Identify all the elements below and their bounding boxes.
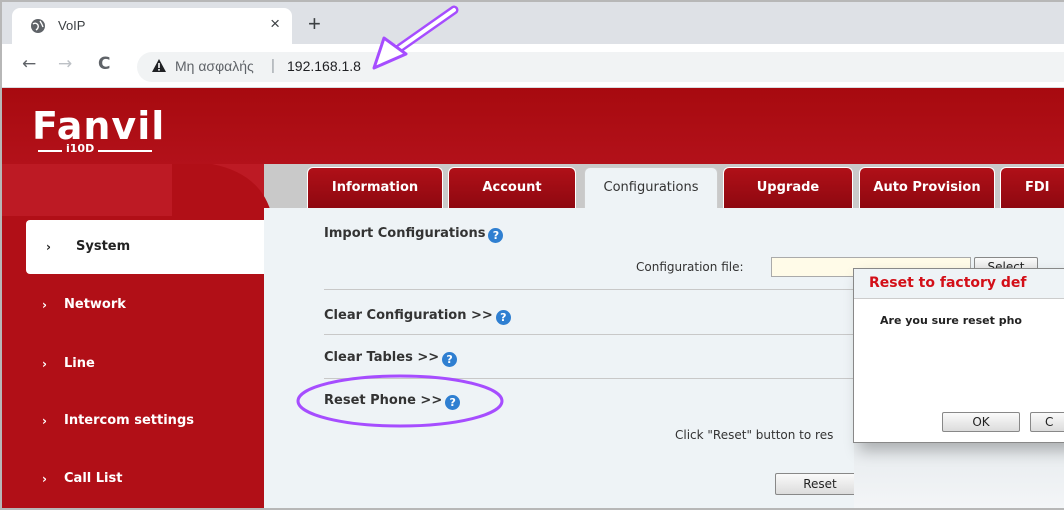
model-line-left [38,150,62,152]
dialog-message: Are you sure reset pho [880,314,1022,327]
address-separator: | [271,57,275,74]
chevron-right-icon: › [42,298,47,312]
clear-tables-title[interactable]: Clear Tables >>? [324,350,458,367]
chevron-right-icon: › [42,472,47,486]
tab-upgrade[interactable]: Upgrade [723,167,853,208]
address-bar[interactable]: Μη ασφαλής | 192.168.1.8 [137,52,1064,82]
sidebar-item-line[interactable]: › Line [2,337,264,391]
tab-account[interactable]: Account [448,167,576,208]
sidebar-item-system[interactable]: › System [26,220,264,274]
tab-close-icon[interactable]: × [270,14,280,34]
tab-configurations[interactable]: Configurations [584,167,718,210]
import-configurations-label: Import Configurations [324,226,486,241]
screenshot-frame: VoIP × + ← → C Μη ασφαλής | 192.168.1.8 … [0,0,1064,510]
model-name: i10D [66,142,95,155]
url-text[interactable]: 192.168.1.8 [287,58,361,74]
sidebar-item-label: System [76,239,131,254]
browser-toolbar: ← → C Μη ασφαλής | 192.168.1.8 [2,44,1064,88]
reset-hint-text: Click "Reset" button to res [675,428,834,442]
model-line-right [98,150,152,152]
sidebar-item-label: Intercom settings [64,413,194,428]
configuration-file-label: Configuration file: [636,260,744,274]
help-icon[interactable]: ? [442,352,458,367]
warning-icon [152,59,166,72]
reset-phone-title[interactable]: Reset Phone >>? [324,393,461,410]
sidebar-corner-curve [172,164,272,216]
new-tab-button[interactable]: + [308,11,321,37]
clear-configuration-title[interactable]: Clear Configuration >>? [324,308,511,325]
tab-auto-provision[interactable]: Auto Provision [859,167,995,208]
reset-phone-label: Reset Phone >> [324,393,443,408]
help-icon[interactable]: ? [445,395,461,410]
help-icon[interactable]: ? [488,228,504,243]
clear-tables-label: Clear Tables >> [324,350,440,365]
chevron-right-icon: › [42,357,47,371]
sidebar-item-label: Network [64,297,126,312]
sidebar-item-call-list[interactable]: › Call List [2,452,264,506]
globe-icon [31,19,45,33]
forward-button[interactable]: → [58,54,72,74]
help-icon[interactable]: ? [495,310,511,325]
sidebar-item-network[interactable]: › Network [2,278,264,332]
chevron-right-icon: › [46,240,51,254]
dialog-titlebar: Reset to factory def [854,269,1064,299]
dialog-title: Reset to factory def [869,275,1027,291]
sidebar-item-label: Call List [64,471,123,486]
not-secure-label: Μη ασφαλής [175,58,254,74]
browser-tab-voip[interactable]: VoIP × [12,8,292,44]
tab-fdi[interactable]: FDI [1000,167,1064,208]
reload-button[interactable]: C [98,54,110,74]
tab-title: VoIP [58,18,86,33]
reset-button[interactable]: Reset [775,473,865,495]
fanvil-logo: Fanvil [32,104,166,148]
import-configurations-title: Import Configurations? [324,226,504,243]
reset-factory-dialog: Reset to factory def Are you sure reset … [853,268,1064,443]
sidebar-item-intercom-settings[interactable]: › Intercom settings [2,394,264,448]
clear-configuration-label: Clear Configuration >> [324,308,493,323]
dialog-shadow-area [854,443,1064,508]
ok-button[interactable]: OK [942,412,1020,432]
chevron-right-icon: › [42,414,47,428]
back-button[interactable]: ← [22,54,36,74]
cancel-button[interactable]: C [1030,412,1064,432]
tab-information[interactable]: Information [307,167,443,208]
browser-tabstrip: VoIP × + [2,2,1064,44]
sidebar-item-label: Line [64,356,95,371]
